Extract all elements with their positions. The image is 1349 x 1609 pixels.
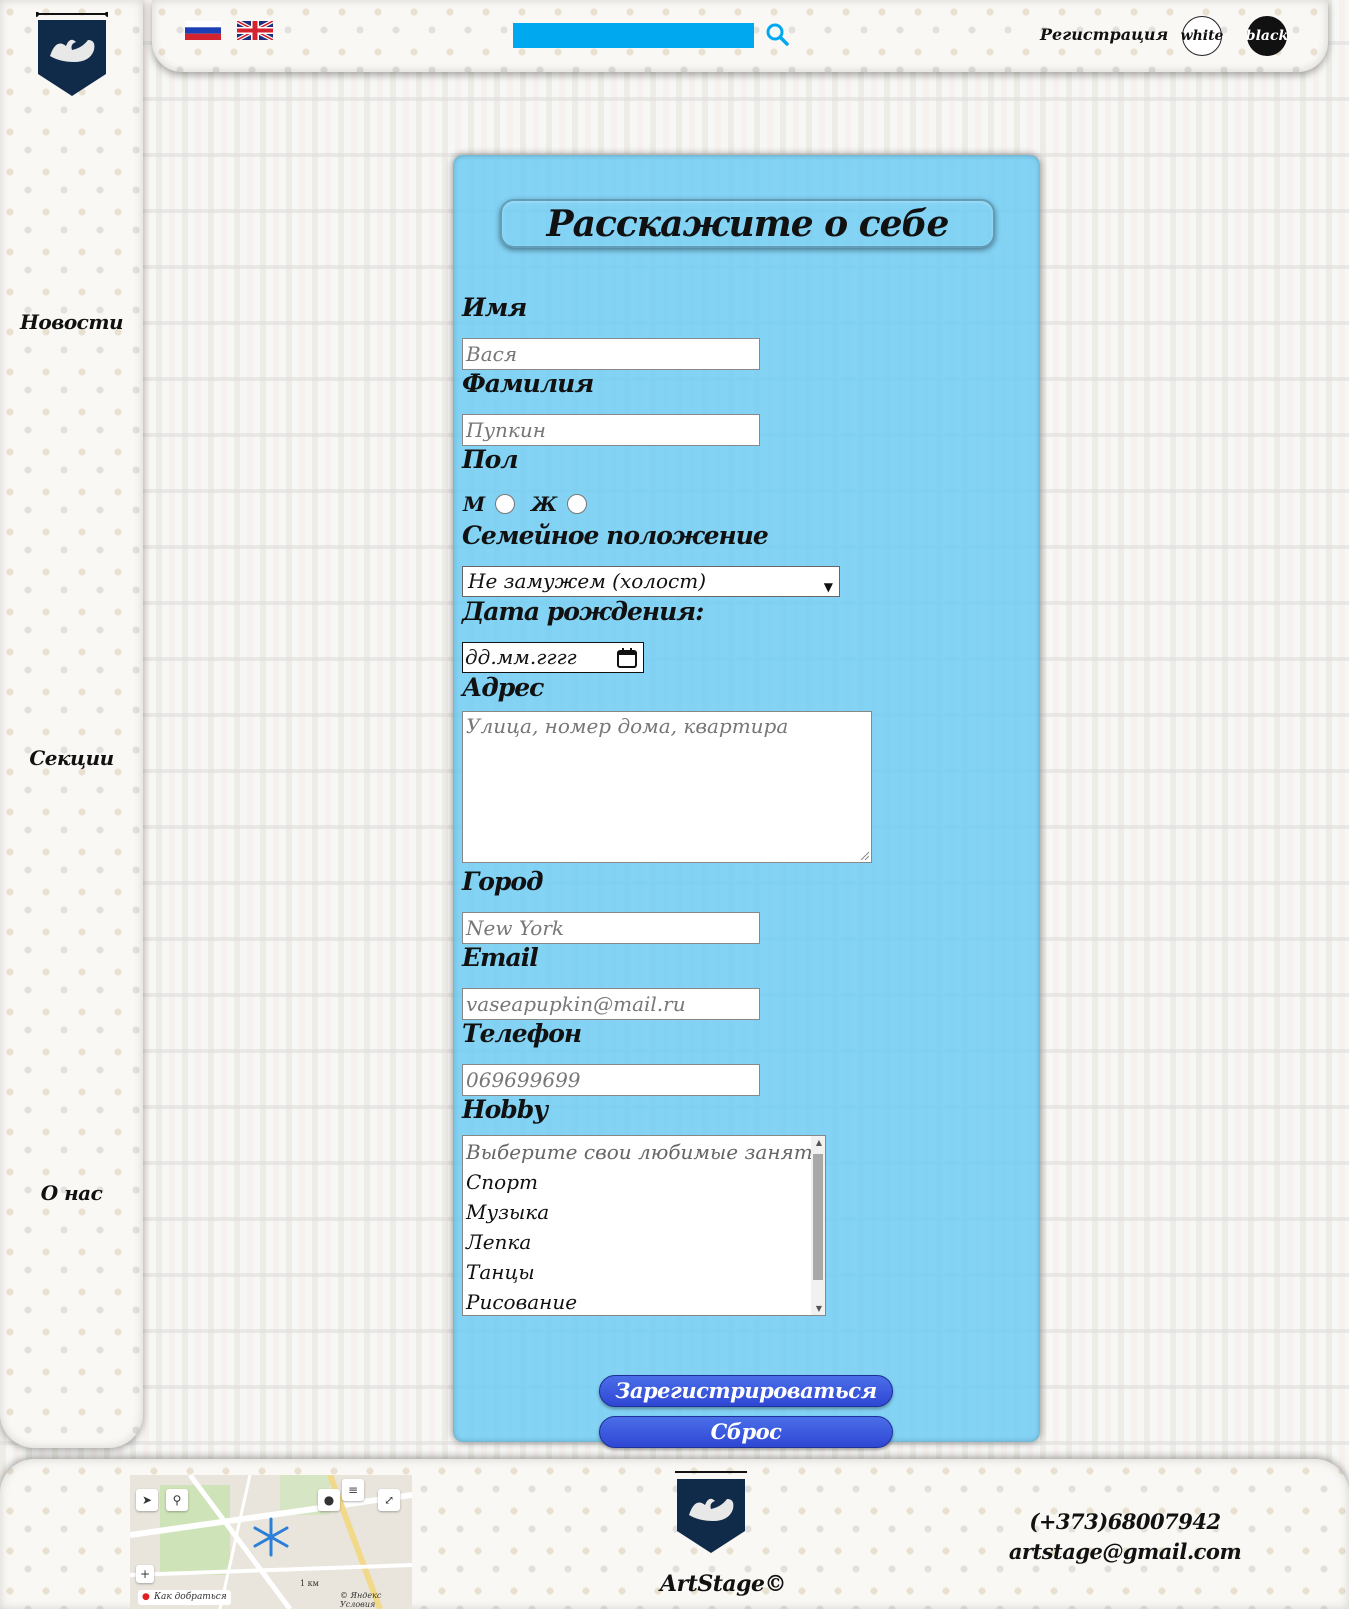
submit-button[interactable]: Зарегистрироваться	[599, 1375, 893, 1407]
email-input[interactable]: vaseapupkin@mail.ru	[462, 988, 760, 1020]
footer-logo-shield-icon[interactable]	[675, 1469, 747, 1555]
marital-status-value: Не замужем (холост)	[468, 569, 707, 593]
map-widget[interactable]: ➤ ⚲ ● ≡ ⤢ + ● Как добраться 1 км © Яндек…	[130, 1475, 412, 1609]
map-copyright[interactable]: © Яндекс Условия	[340, 1591, 412, 1609]
registration-form: Расскажите о себе Имя Вася Фамилия Пупки…	[453, 155, 1040, 1448]
sidebar: Новости Секции О нас	[0, 0, 143, 1448]
map-route-button[interactable]: ● Как добраться	[138, 1590, 231, 1605]
search-input[interactable]	[513, 23, 754, 48]
map-scale: 1 км	[300, 1579, 319, 1588]
calendar-icon[interactable]	[616, 647, 638, 669]
header: Регистрация white black	[152, 0, 1328, 72]
brand-name: ArtStage©	[660, 1571, 787, 1597]
theme-white-button[interactable]: white	[1181, 16, 1223, 56]
zoom-in-icon[interactable]: +	[136, 1565, 154, 1583]
map-search-icon[interactable]: ⚲	[166, 1489, 188, 1511]
surname-input[interactable]: Пупкин	[462, 414, 760, 446]
locate-icon[interactable]: ➤	[136, 1489, 158, 1511]
address-textarea[interactable]: Улица, номер дома, квартира	[462, 711, 872, 863]
logo-shield-icon[interactable]	[36, 12, 108, 98]
hobby-scrollbar[interactable]: ▲ ▼	[811, 1136, 825, 1315]
phone-label: Телефон	[462, 1019, 582, 1048]
hobby-option-music[interactable]: Музыка	[466, 1197, 822, 1227]
traffic-icon[interactable]: ●	[318, 1489, 340, 1511]
gender-female-radio[interactable]	[567, 494, 588, 514]
hobby-option-drawing[interactable]: Рисование	[466, 1287, 822, 1315]
name-input[interactable]: Вася	[462, 338, 760, 370]
contact-phone[interactable]: (+373)68007942	[1000, 1509, 1250, 1534]
map-pin-icon: ●	[142, 1592, 150, 1602]
phone-input[interactable]: 069699699	[462, 1064, 760, 1096]
scroll-down-icon[interactable]: ▼	[816, 1304, 822, 1313]
marital-status-label: Семейное положение	[462, 521, 769, 550]
gender-male-label: М	[463, 492, 486, 516]
hobby-option-sport[interactable]: Спорт	[466, 1167, 822, 1197]
fullscreen-icon[interactable]: ⤢	[378, 1489, 400, 1511]
gender-radio-group: М Ж	[463, 492, 603, 516]
gender-male-radio[interactable]	[495, 494, 516, 514]
form-title: Расскажите о себе	[500, 199, 995, 248]
sidebar-item-sections[interactable]: Секции	[0, 746, 143, 770]
theme-black-button[interactable]: black	[1246, 16, 1288, 56]
resize-grip-icon[interactable]	[859, 850, 869, 860]
sidebar-item-news[interactable]: Новости	[0, 310, 143, 334]
hobby-option-modeling[interactable]: Лепка	[466, 1227, 822, 1257]
map-route-label: Как добраться	[154, 1592, 227, 1602]
marital-status-select[interactable]: Не замужем (холост) ▼	[462, 566, 840, 597]
hobby-option-placeholder[interactable]: Выберите свои любимые занятия	[466, 1137, 825, 1167]
birth-date-placeholder: дд.мм.гггг	[465, 645, 577, 669]
address-placeholder: Улица, номер дома, квартира	[466, 714, 789, 738]
city-input[interactable]: New York	[462, 912, 760, 944]
search-icon[interactable]	[765, 22, 789, 46]
layers-icon[interactable]: ≡	[342, 1479, 364, 1501]
city-label: Город	[462, 867, 543, 896]
gender-label: Пол	[462, 445, 519, 474]
sidebar-item-about[interactable]: О нас	[0, 1181, 143, 1205]
hobby-label: Hobby	[462, 1095, 548, 1124]
hobby-option-dance[interactable]: Танцы	[466, 1257, 822, 1287]
scroll-thumb[interactable]	[813, 1154, 823, 1280]
reset-button[interactable]: Сброс	[599, 1416, 893, 1448]
gender-female-label: Ж	[531, 492, 558, 516]
footer: ➤ ⚲ ● ≡ ⤢ + ● Как добраться 1 км © Яндек…	[0, 1459, 1349, 1609]
scroll-up-icon[interactable]: ▲	[816, 1138, 822, 1147]
birth-date-label: Дата рождения:	[462, 597, 704, 626]
name-label: Имя	[462, 293, 527, 322]
contact-email[interactable]: artstage@gmail.com	[1000, 1539, 1250, 1564]
email-label: Email	[462, 943, 539, 972]
english-flag-icon[interactable]	[237, 21, 273, 40]
birth-date-input[interactable]: дд.мм.гггг	[462, 642, 644, 673]
surname-label: Фамилия	[462, 369, 594, 398]
hobby-listbox[interactable]: Выберите свои любимые занятия Спорт Музы…	[462, 1135, 826, 1316]
address-label: Адрес	[462, 673, 544, 702]
chevron-down-icon: ▼	[823, 580, 833, 594]
snowflake-icon	[253, 1517, 289, 1557]
register-link[interactable]: Регистрация	[1040, 25, 1168, 44]
russian-flag-icon[interactable]	[185, 21, 221, 40]
